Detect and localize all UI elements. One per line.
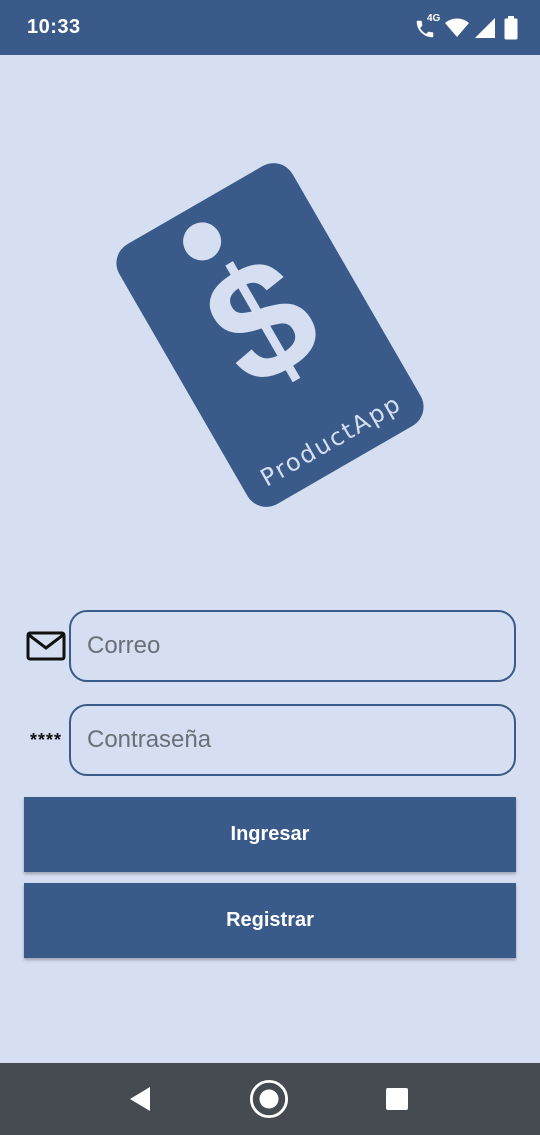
network-type-label: 4G xyxy=(427,13,441,24)
signal-icon xyxy=(474,17,496,39)
home-icon[interactable] xyxy=(249,1079,289,1119)
back-icon[interactable] xyxy=(120,1079,160,1119)
password-input[interactable] xyxy=(69,704,516,776)
navigation-bar xyxy=(0,1063,540,1135)
status-icons: 4G xyxy=(414,13,518,42)
email-row xyxy=(24,610,516,682)
login-button[interactable]: Ingresar xyxy=(24,797,516,872)
phone-wifi-call-icon: 4G xyxy=(414,13,441,40)
email-input[interactable] xyxy=(69,610,516,682)
password-stars: **** xyxy=(29,730,63,750)
mail-icon xyxy=(24,610,68,682)
register-button[interactable]: Registrar xyxy=(24,883,516,958)
app-logo: $ ProductApp xyxy=(110,150,430,520)
password-icon: **** xyxy=(24,704,68,776)
password-row: **** xyxy=(24,704,516,776)
recents-icon[interactable] xyxy=(377,1079,417,1119)
battery-icon xyxy=(504,16,518,40)
status-bar: 10:33 4G xyxy=(0,0,540,55)
wifi-icon xyxy=(444,17,470,39)
status-time: 10:33 xyxy=(27,16,81,38)
